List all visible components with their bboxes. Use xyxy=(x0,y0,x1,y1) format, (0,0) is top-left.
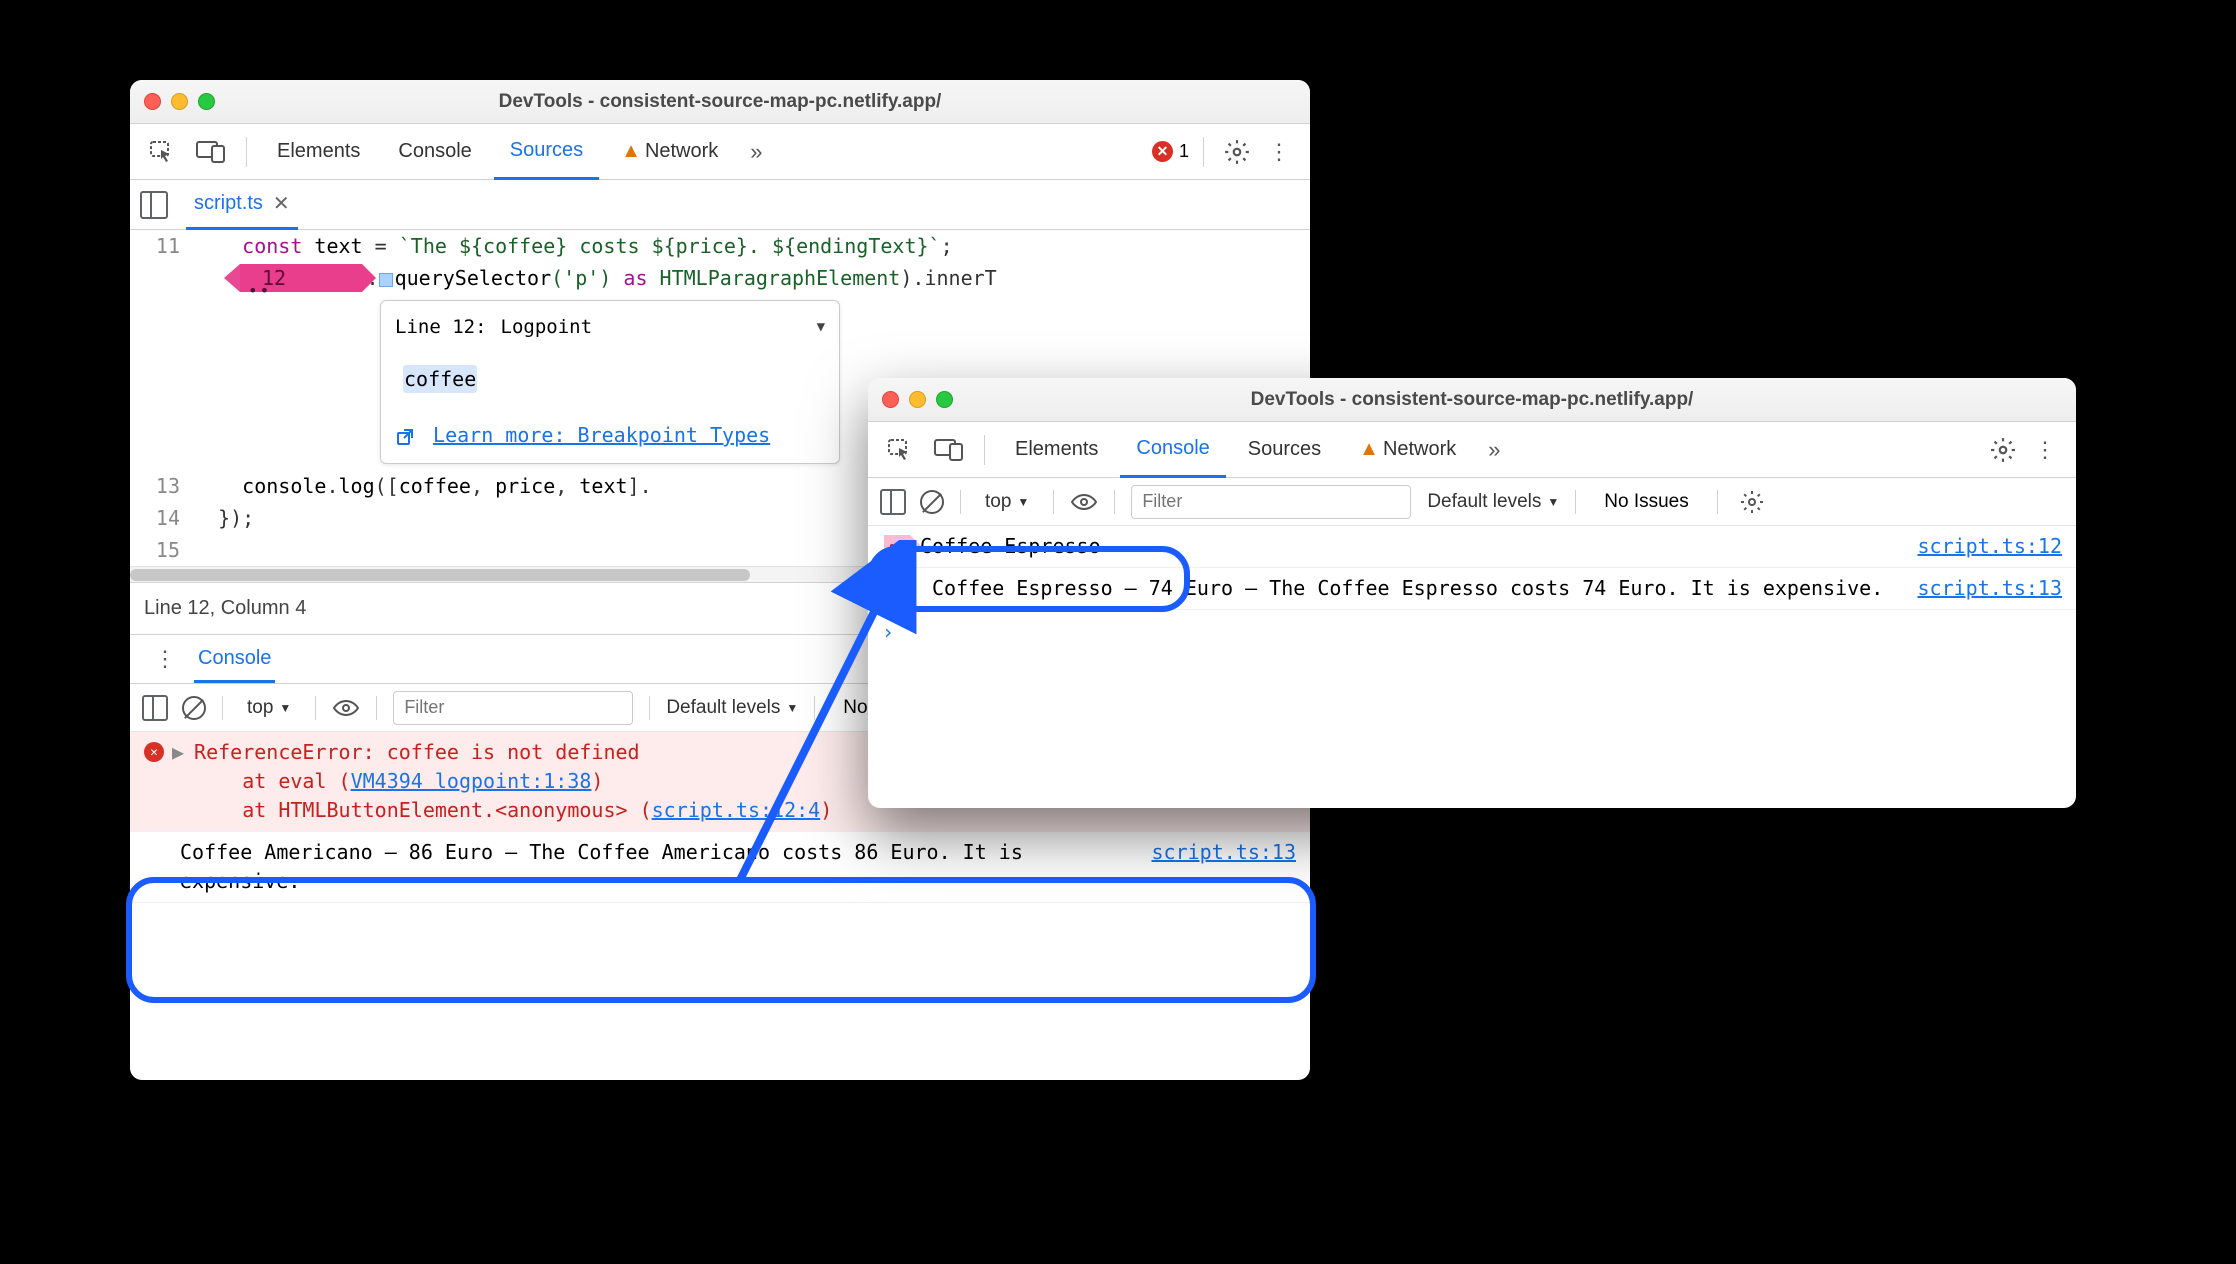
log-levels-select[interactable]: Default levels▼ xyxy=(1427,491,1559,513)
expand-icon[interactable]: ▶ xyxy=(172,738,184,767)
error-count: 1 xyxy=(1179,141,1189,162)
drawer-tab-console[interactable]: Console xyxy=(194,635,275,683)
logpoint-dots-icon: •• xyxy=(248,275,271,307)
more-menu-icon[interactable]: ⋮ xyxy=(2028,437,2062,463)
clear-console-icon[interactable] xyxy=(920,490,944,514)
close-file-tab-icon[interactable]: ✕ xyxy=(273,191,290,216)
source-link[interactable]: script.ts:13 xyxy=(1906,574,2063,603)
tab-elements[interactable]: Elements xyxy=(261,124,376,180)
logpoint-line-label: Line 12: xyxy=(395,311,487,343)
titlebar[interactable]: DevTools - consistent-source-map-pc.netl… xyxy=(868,378,2076,422)
scrollbar-thumb[interactable] xyxy=(130,569,750,581)
tab-elements[interactable]: Elements xyxy=(999,422,1114,478)
execution-context-select[interactable]: top▼ xyxy=(239,693,299,723)
inspect-element-icon[interactable] xyxy=(144,140,184,164)
zoom-window-button[interactable] xyxy=(936,391,953,408)
tab-sources[interactable]: Sources xyxy=(1232,422,1337,478)
drawer-menu-icon[interactable]: ⋮ xyxy=(142,646,188,672)
gutter-line-number[interactable]: 11 xyxy=(130,230,194,262)
tab-network-label: Network xyxy=(645,140,718,163)
tab-console[interactable]: Console xyxy=(1120,422,1225,478)
console-logpoint-row[interactable]: Coffee Espresso script.ts:12 xyxy=(868,526,2076,568)
log-message: Coffee Americano – 86 Euro – The Coffee … xyxy=(144,838,1140,896)
window-title: DevTools - consistent-source-map-pc.netl… xyxy=(130,91,1310,113)
learn-more-link[interactable]: Learn more: Breakpoint Types xyxy=(433,423,770,447)
settings-icon[interactable] xyxy=(1984,437,2022,463)
warning-icon: ▲ xyxy=(1359,438,1379,461)
toggle-sidebar-icon[interactable] xyxy=(880,489,906,515)
chevron-down-icon[interactable]: ▼ xyxy=(817,311,825,343)
devtools-window-console: DevTools - consistent-source-map-pc.netl… xyxy=(868,378,2076,808)
more-menu-icon[interactable]: ⋮ xyxy=(1262,139,1296,165)
console-filter-input[interactable] xyxy=(1131,485,1411,519)
logpoint-badge-icon xyxy=(884,535,910,557)
console-log-row[interactable]: Coffee Espresso – 74 Euro – The Coffee E… xyxy=(868,568,2076,610)
code-line: 11 const text = `The ${coffee} costs ${p… xyxy=(130,230,1310,262)
device-toolbar-icon[interactable] xyxy=(190,141,232,163)
console-output: Coffee Espresso script.ts:12 Coffee Espr… xyxy=(868,526,2076,655)
window-controls xyxy=(882,391,953,408)
settings-icon[interactable] xyxy=(1218,139,1256,165)
log-message: Coffee Espresso xyxy=(920,532,1906,561)
gutter-line-number[interactable]: 15 xyxy=(130,534,194,566)
logpoint-header[interactable]: Line 12: Logpoint ▼ xyxy=(381,301,839,353)
stack-link[interactable]: script.ts:12:4 xyxy=(652,798,821,822)
tab-network-label: Network xyxy=(1383,438,1456,461)
source-link[interactable]: script.ts:13 xyxy=(1140,838,1297,867)
file-tab-script[interactable]: script.ts ✕ xyxy=(186,180,298,230)
inspect-element-icon[interactable] xyxy=(882,438,922,462)
tab-network[interactable]: ▲Network xyxy=(605,124,734,180)
issues-button[interactable]: No Issues xyxy=(1592,485,1700,519)
source-link[interactable]: script.ts:12 xyxy=(1906,532,2063,561)
error-icon: ✕ xyxy=(144,742,164,762)
logpoint-panel: Line 12: Logpoint ▼ coffee Learn more: B… xyxy=(380,300,840,464)
execution-context-select[interactable]: top▼ xyxy=(977,487,1037,517)
log-levels-select[interactable]: Default levels▼ xyxy=(666,697,798,719)
window-title: DevTools - consistent-source-map-pc.netl… xyxy=(868,389,2076,411)
file-tabs-row: script.ts ✕ xyxy=(130,180,1310,230)
logpoint-learn-more[interactable]: Learn more: Breakpoint Types xyxy=(395,419,825,451)
gutter-line-number[interactable]: 14 xyxy=(130,502,194,534)
live-expression-icon[interactable] xyxy=(1070,492,1098,512)
cursor-position: Line 12, Column 4 xyxy=(144,597,306,620)
console-settings-icon[interactable] xyxy=(1734,490,1770,514)
console-filter-input[interactable] xyxy=(393,691,633,725)
minimize-window-button[interactable] xyxy=(171,93,188,110)
console-prompt[interactable]: › xyxy=(868,610,2076,655)
live-expression-icon[interactable] xyxy=(332,698,360,718)
tab-sources[interactable]: Sources xyxy=(494,124,599,180)
log-message: Coffee Espresso – 74 Euro – The Coffee E… xyxy=(882,574,1906,603)
toggle-navigator-icon[interactable] xyxy=(140,191,168,219)
stack-link[interactable]: VM4394 logpoint:1:38 xyxy=(351,769,592,793)
tabs-overflow-button[interactable]: » xyxy=(740,139,772,165)
logpoint-expression-input[interactable]: coffee xyxy=(395,357,825,401)
minimize-window-button[interactable] xyxy=(909,391,926,408)
gutter-line-number[interactable]: 13 xyxy=(130,470,194,502)
error-count-badge[interactable]: ✕1 xyxy=(1152,141,1189,162)
main-toolbar: Elements Console Sources ▲Network » ✕1 ⋮ xyxy=(130,124,1310,180)
close-window-button[interactable] xyxy=(882,391,899,408)
toggle-sidebar-icon[interactable] xyxy=(142,695,168,721)
error-icon: ✕ xyxy=(1152,141,1173,162)
close-window-button[interactable] xyxy=(144,93,161,110)
tab-network[interactable]: ▲Network xyxy=(1343,422,1472,478)
console-toolbar: top▼ Default levels▼ No Issues xyxy=(868,478,2076,526)
device-toolbar-icon[interactable] xyxy=(928,439,970,461)
tab-console[interactable]: Console xyxy=(382,124,487,180)
titlebar[interactable]: DevTools - consistent-source-map-pc.netl… xyxy=(130,80,1310,124)
console-log-row[interactable]: Coffee Americano – 86 Euro – The Coffee … xyxy=(130,832,1310,903)
file-tab-label: script.ts xyxy=(194,192,263,215)
warning-icon: ▲ xyxy=(621,140,641,163)
tabs-overflow-button[interactable]: » xyxy=(1478,437,1510,463)
external-link-icon xyxy=(395,427,415,447)
logpoint-type-label: Logpoint xyxy=(501,311,593,343)
window-controls xyxy=(144,93,215,110)
zoom-window-button[interactable] xyxy=(198,93,215,110)
main-toolbar: Elements Console Sources ▲Network » ⋮ xyxy=(868,422,2076,478)
clear-console-icon[interactable] xyxy=(182,696,206,720)
